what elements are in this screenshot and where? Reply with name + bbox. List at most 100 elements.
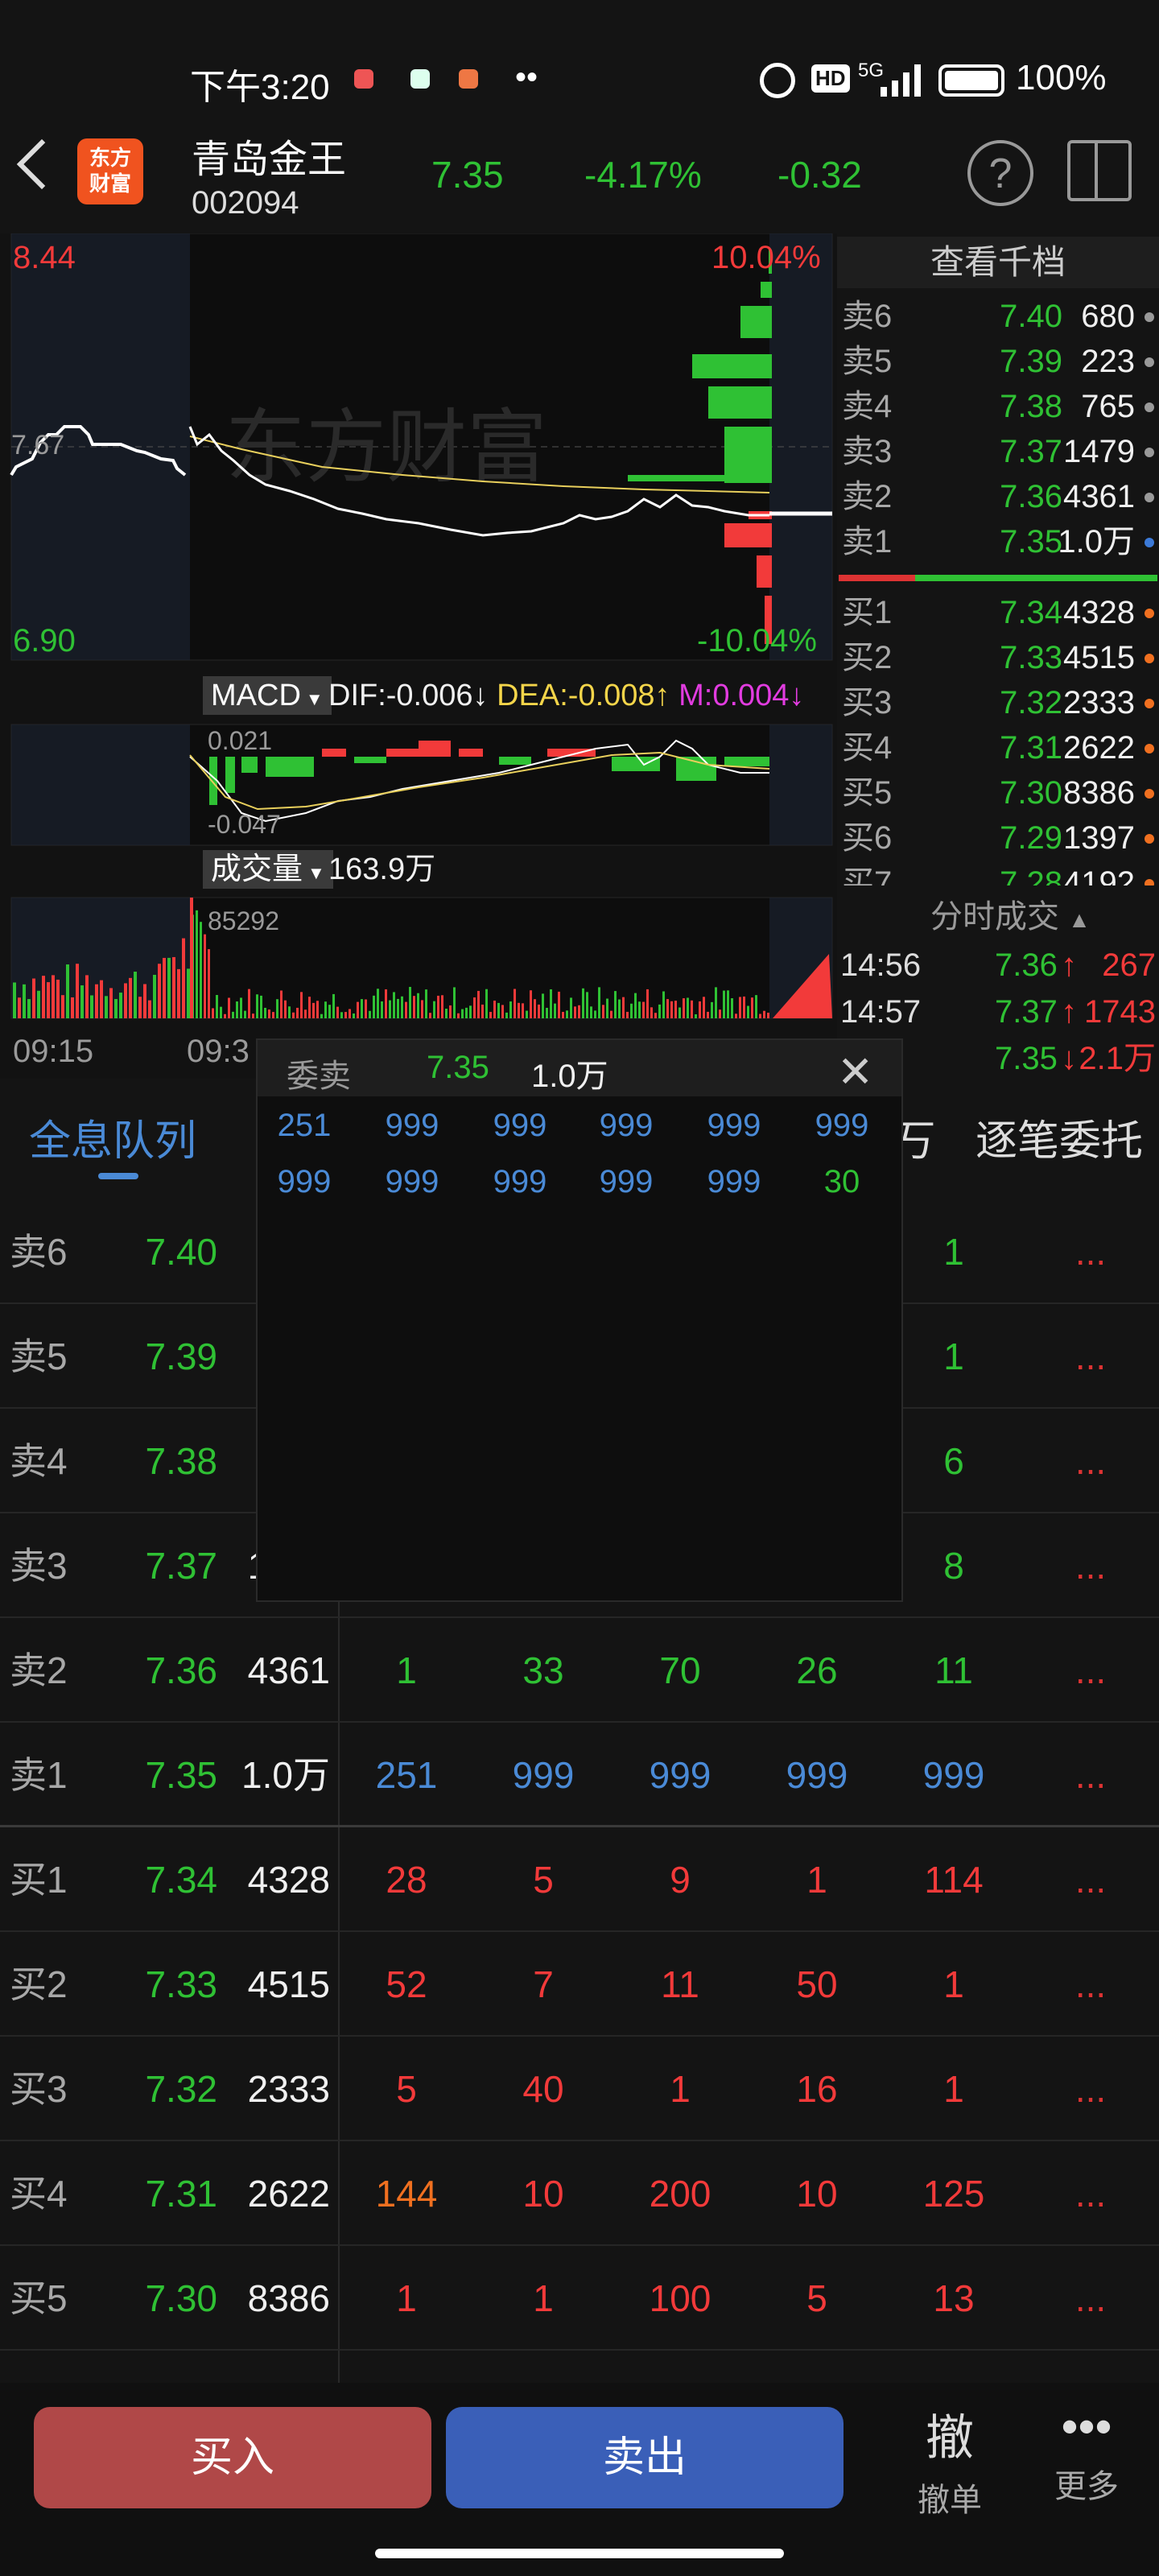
queue-order-cell[interactable]: 10 — [757, 2141, 877, 2246]
queue-more-button[interactable]: ... — [1042, 2246, 1139, 2351]
queue-order-cell[interactable]: 1 — [346, 2246, 467, 2351]
intraday-chart[interactable]: 东方财富 8.44 10.04% 7.67 6.90 -10.04% MACD … — [0, 233, 837, 1079]
queue-more-button[interactable]: ... — [1042, 1199, 1139, 1304]
queue-more-button[interactable]: ... — [1042, 2037, 1139, 2141]
queue-order-cell[interactable]: 1 — [620, 2037, 740, 2141]
bid-level-price: 7.31 — [1000, 730, 1062, 766]
bid-level[interactable]: 买2 7.33 4515 — [837, 636, 1159, 680]
ask-level[interactable]: 卖1 7.35 1.0万 — [837, 520, 1159, 564]
bid-level[interactable]: 买6 7.29 1397 — [837, 816, 1159, 861]
popup-cell: 999 — [277, 1164, 332, 1199]
volume-indicator-selector[interactable]: 成交量 ▼ — [203, 850, 333, 889]
queue-more-button[interactable]: ... — [1042, 1304, 1139, 1409]
volume-bar — [542, 993, 544, 1018]
volume-bar — [626, 1011, 629, 1018]
queue-order-cell[interactable]: 1 — [483, 2246, 604, 2351]
volume-bar — [340, 1012, 343, 1018]
queue-order-cell[interactable]: 5 — [483, 1827, 604, 1932]
bid-level[interactable]: 买1 7.34 4328 — [837, 591, 1159, 635]
tab-full-queue[interactable]: 全息队列 — [29, 1107, 196, 1167]
queue-more-button[interactable]: ... — [1042, 1723, 1139, 1827]
cancel-order-button[interactable]: 撤 撤单 — [901, 2399, 998, 2520]
queue-more-button[interactable]: ... — [1042, 1932, 1139, 2037]
queue-order-cell[interactable]: 26 — [757, 1618, 877, 1723]
more-button[interactable]: ••• 更多 — [1038, 2399, 1135, 2520]
queue-order-cell[interactable]: 16 — [757, 2037, 877, 2141]
queue-order-cell[interactable]: 11 — [620, 1932, 740, 2037]
volume-bar — [200, 922, 202, 1018]
volume-bar — [538, 1004, 540, 1018]
ask-level[interactable]: 卖6 7.40 680 — [837, 295, 1159, 339]
queue-order-cell[interactable]: 40 — [483, 2037, 604, 2141]
queue-order-cell[interactable]: 1 — [893, 1199, 1014, 1304]
queue-order-cell[interactable]: 114 — [893, 1827, 1014, 1932]
volume-bar — [711, 1001, 713, 1018]
volume-bar — [522, 1003, 524, 1018]
queue-level-price: 7.32 — [145, 2068, 217, 2110]
queue-row[interactable]: 买1 7.34 4328 28 5 9 1 114... — [0, 1827, 1159, 1932]
queue-row[interactable]: 买2 7.33 4515 52 7 11 50 1... — [0, 1932, 1159, 2037]
queue-order-cell[interactable]: 1 — [346, 1618, 467, 1723]
queue-order-cell[interactable]: 1 — [893, 2037, 1014, 2141]
queue-more-button[interactable]: ... — [1042, 2141, 1139, 2246]
ask-level[interactable]: 卖3 7.37 1479 — [837, 430, 1159, 474]
bid-level[interactable]: 买4 7.31 2622 — [837, 726, 1159, 770]
queue-order-cell[interactable]: 999 — [893, 1723, 1014, 1827]
queue-row[interactable]: 卖1 7.35 1.0万 251 999 999 999 999... — [0, 1723, 1159, 1827]
queue-order-cell[interactable]: 5 — [757, 2246, 877, 2351]
queue-order-cell[interactable]: 10 — [483, 2141, 604, 2246]
queue-row[interactable]: 买4 7.31 2622 144 10 200 10 125... — [0, 2141, 1159, 2246]
ask-level[interactable]: 卖2 7.36 4361 — [837, 475, 1159, 519]
ask-level[interactable]: 卖4 7.38 765 — [837, 385, 1159, 429]
queue-row[interactable]: 卖2 7.36 4361 1 33 70 26 11... — [0, 1618, 1159, 1723]
queue-order-cell[interactable]: 100 — [620, 2246, 740, 2351]
queue-order-cell[interactable]: 33 — [483, 1618, 604, 1723]
queue-order-cell[interactable]: 13 — [893, 2246, 1014, 2351]
queue-row[interactable]: 买5 7.30 8386 1 1 100 5 13... — [0, 2246, 1159, 2351]
queue-order-cell[interactable]: 999 — [620, 1723, 740, 1827]
bid-level[interactable]: 买3 7.32 2333 — [837, 681, 1159, 725]
queue-order-cell[interactable]: 200 — [620, 2141, 740, 2246]
tab-tick-orders[interactable]: 逐笔委托 — [975, 1107, 1143, 1167]
time-and-sales-title[interactable]: 分时成交 ▲ — [930, 890, 1091, 937]
buy-button[interactable]: 买入 — [34, 2407, 431, 2508]
queue-more-button[interactable]: ... — [1042, 1827, 1139, 1932]
queue-order-cell[interactable]: 6 — [893, 1409, 1014, 1513]
ask-level[interactable]: 卖5 7.39 223 — [837, 340, 1159, 384]
queue-order-cell[interactable]: 52 — [346, 1932, 467, 2037]
queue-order-cell[interactable]: 251 — [346, 1723, 467, 1827]
queue-order-cell[interactable]: 1 — [893, 1304, 1014, 1409]
queue-order-cell[interactable]: 1 — [757, 1827, 877, 1932]
volume-bar — [550, 989, 552, 1018]
sell-button[interactable]: 卖出 — [446, 2407, 843, 2508]
queue-order-cell[interactable]: 28 — [346, 1827, 467, 1932]
queue-order-cell[interactable]: 70 — [620, 1618, 740, 1723]
switch-layout-icon[interactable] — [1067, 140, 1132, 201]
pct-high-label: 10.04% — [711, 240, 821, 275]
queue-order-cell[interactable]: 1 — [893, 1932, 1014, 2037]
queue-order-cell[interactable]: 5 — [346, 2037, 467, 2141]
queue-more-button[interactable]: ... — [1042, 1409, 1139, 1513]
queue-more-button[interactable]: ... — [1042, 1618, 1139, 1723]
queue-order-cell[interactable]: 999 — [483, 1723, 604, 1827]
queue-order-cell[interactable]: 11 — [893, 1618, 1014, 1723]
queue-level-volume: 4361 — [247, 1649, 330, 1691]
queue-row[interactable]: 买3 7.32 2333 5 40 1 16 1... — [0, 2037, 1159, 2141]
queue-order-cell[interactable]: 144 — [346, 2141, 467, 2246]
queue-order-cell[interactable]: 9 — [620, 1827, 740, 1932]
help-icon[interactable]: ? — [967, 140, 1033, 206]
close-icon[interactable]: ✕ — [837, 1046, 873, 1097]
queue-order-cell[interactable]: 125 — [893, 2141, 1014, 2246]
volume-bar — [304, 1009, 307, 1018]
back-icon[interactable] — [16, 138, 68, 190]
queue-order-cell[interactable]: 999 — [757, 1723, 877, 1827]
queue-order-cell[interactable]: 50 — [757, 1932, 877, 2037]
queue-more-button[interactable]: ... — [1042, 1513, 1139, 1618]
queue-order-cell[interactable]: 8 — [893, 1513, 1014, 1618]
macd-indicator-selector[interactable]: MACD ▼ — [203, 676, 332, 715]
view-thousand-levels-button[interactable]: 查看千档 — [837, 237, 1159, 288]
bid-level[interactable]: 买5 7.30 8386 — [837, 771, 1159, 815]
popup-cell: 999 — [385, 1164, 439, 1199]
volume-bar — [509, 1001, 512, 1018]
queue-order-cell[interactable]: 7 — [483, 1932, 604, 2037]
